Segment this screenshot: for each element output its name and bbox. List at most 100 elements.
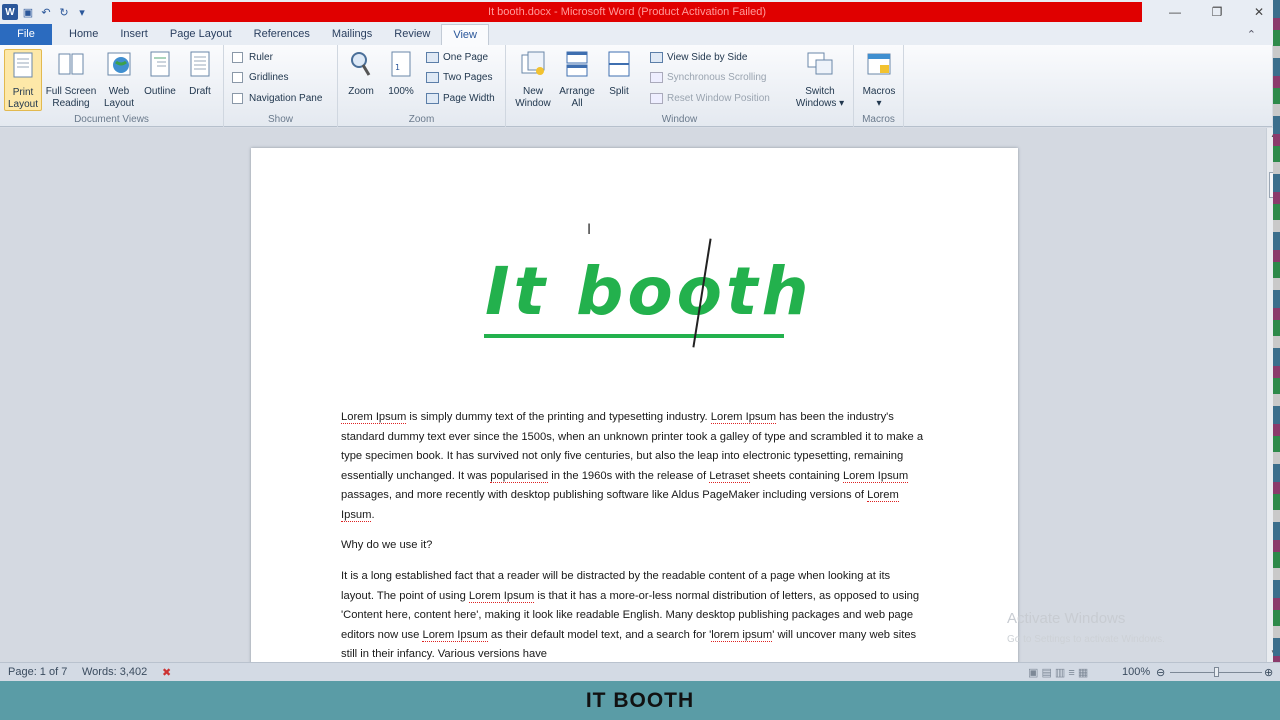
activation-watermark-sub: Go to Settings to activate Windows. <box>1007 634 1165 645</box>
group-label-document-views: Document Views <box>74 114 149 125</box>
document-title[interactable]: It booth <box>485 253 813 330</box>
magnifier-icon <box>351 52 371 76</box>
page-count[interactable]: Page: 1 of 7 <box>8 666 67 678</box>
macros-icon <box>867 53 891 75</box>
paragraph-text: sheets containing <box>749 469 843 482</box>
ruler-checkbox[interactable]: Ruler <box>232 52 273 63</box>
tab-home[interactable]: Home <box>58 24 109 45</box>
two-pages-icon <box>426 72 439 83</box>
undo-icon[interactable]: ↶ <box>38 4 54 20</box>
switch-windows-button[interactable]: Switch Windows ▾ <box>792 49 848 110</box>
split-button[interactable]: Split <box>602 49 636 98</box>
one-page-icon <box>426 52 439 63</box>
synchronous-scrolling-button[interactable]: Synchronous Scrolling <box>650 72 767 83</box>
redo-icon[interactable]: ↻ <box>56 4 72 20</box>
print-layout-button[interactable]: Print Layout <box>4 49 42 111</box>
checkbox-box <box>232 93 243 104</box>
paragraph-text: is simply dummy text of the printing and… <box>406 411 711 423</box>
paragraph-heading[interactable]: Why do we use it? <box>341 539 432 551</box>
side-by-side-icon <box>650 52 663 63</box>
outline-icon <box>150 51 170 77</box>
print-layout-icon <box>13 52 33 78</box>
misspelled-word: Lorem Ipsum <box>341 411 407 424</box>
group-label-window: Window <box>661 114 698 125</box>
paragraph-2[interactable]: It is a long established fact that a rea… <box>341 567 925 662</box>
tab-file[interactable]: File <box>0 24 52 45</box>
quick-access-toolbar: W ▣ ↶ ↻ ▾ <box>0 0 90 24</box>
ribbon-tabs: File Home Insert Page Layout References … <box>0 24 1280 45</box>
misspelled-word: Lorem Ipsum <box>422 628 488 642</box>
new-window-icon <box>521 51 545 75</box>
two-pages-button[interactable]: Two Pages <box>426 72 492 83</box>
misspelled-word: Lorem Ipsum <box>710 411 777 424</box>
draft-button[interactable]: Draft <box>182 49 218 98</box>
zoom-100-button[interactable]: 1 100% <box>382 49 420 98</box>
gridlines-checkbox[interactable]: Gridlines <box>232 72 288 83</box>
new-window-button[interactable]: New Window <box>510 49 556 110</box>
save-icon[interactable]: ▣ <box>20 4 36 20</box>
tab-page-layout[interactable]: Page Layout <box>159 24 243 45</box>
web-layout-icon <box>107 52 131 76</box>
reset-window-position-button[interactable]: Reset Window Position <box>650 93 770 104</box>
word-logo-icon[interactable]: W <box>2 4 18 20</box>
window-controls: — ❐ ✕ <box>1154 0 1280 24</box>
group-label-show: Show <box>267 114 293 125</box>
status-bar: Page: 1 of 7 Words: 3,402 ✖ ▣ ▤ ▥ ≡ ▦ 10… <box>0 662 1280 681</box>
zoom-out-icon[interactable]: ⊖ <box>1156 666 1165 679</box>
arrange-all-button[interactable]: Arrange All <box>556 49 598 110</box>
paragraph-text: . <box>371 508 375 521</box>
tab-review[interactable]: Review <box>383 24 441 45</box>
one-page-button[interactable]: One Page <box>426 52 488 63</box>
sync-scroll-icon <box>650 72 663 83</box>
zoom-level[interactable]: 100% <box>1122 666 1150 678</box>
draft-icon <box>190 51 210 77</box>
paragraph-text: as their default model text, and a searc… <box>487 628 712 641</box>
navigation-pane-checkbox[interactable]: Navigation Pane <box>232 93 322 104</box>
minimize-button[interactable]: — <box>1154 0 1196 24</box>
tab-mailings[interactable]: Mailings <box>321 24 383 45</box>
group-show: Ruler Gridlines Navigation Pane Show <box>224 45 338 127</box>
restore-button[interactable]: ❐ <box>1196 0 1238 24</box>
title-underline <box>484 334 784 338</box>
video-caption: IT BOOTH <box>0 681 1280 720</box>
group-window: New Window Arrange All Split View Side b… <box>506 45 854 127</box>
text-cursor-icon: I <box>587 222 592 238</box>
checkbox-box <box>232 52 243 63</box>
paragraph-1[interactable]: Lorem Ipsum is simply dummy text of the … <box>341 408 925 525</box>
proofing-icon[interactable]: ✖ <box>162 666 171 679</box>
screen-edge-artifact <box>1273 0 1280 681</box>
page-width-button[interactable]: Page Width <box>426 93 495 104</box>
word-count[interactable]: Words: 3,402 <box>82 666 147 678</box>
zoom-slider-knob[interactable] <box>1214 667 1219 677</box>
paragraph-text: in the 1960s with the release of <box>548 469 710 482</box>
full-screen-reading-button[interactable]: Full Screen Reading <box>44 49 98 110</box>
page-width-icon <box>426 93 439 104</box>
document-workspace[interactable]: I It booth Lorem Ipsum is simply dummy t… <box>0 128 1266 662</box>
zoom-button[interactable]: Zoom <box>344 49 378 98</box>
group-label-zoom: Zoom <box>408 114 435 125</box>
misspelled-word: Letraset <box>709 469 750 483</box>
tab-references[interactable]: References <box>243 24 321 45</box>
group-label-macros: Macros <box>862 114 895 125</box>
web-layout-button[interactable]: Web Layout <box>100 49 138 110</box>
macros-button[interactable]: Macros ▾ <box>858 49 900 110</box>
window-title: It booth.docx - Microsoft Word (Product … <box>112 2 1142 22</box>
tab-insert[interactable]: Insert <box>109 24 159 45</box>
svg-text:1: 1 <box>395 63 400 72</box>
paragraph-text: passages, and more recently with desktop… <box>341 489 868 501</box>
view-side-by-side-button[interactable]: View Side by Side <box>650 52 747 63</box>
help-icon[interactable]: ⌃ <box>1247 28 1256 41</box>
view-buttons[interactable]: ▣ ▤ ▥ ≡ ▦ <box>1028 666 1088 679</box>
zoom-in-icon[interactable]: ⊕ <box>1264 666 1273 679</box>
activation-watermark: Activate Windows <box>1007 610 1126 627</box>
misspelled-word: popularised <box>490 469 549 483</box>
full-screen-reading-icon <box>58 53 84 75</box>
tab-view[interactable]: View <box>441 24 489 45</box>
group-macros: Macros ▾ Macros <box>854 45 904 127</box>
outline-button[interactable]: Outline <box>140 49 180 98</box>
document-page[interactable]: I It booth Lorem Ipsum is simply dummy t… <box>251 148 1018 662</box>
zoom-100-icon: 1 <box>391 51 411 77</box>
reset-window-icon <box>650 93 663 104</box>
group-document-views: Print Layout Full Screen Reading Web Lay… <box>0 45 224 127</box>
customize-qat-icon[interactable]: ▾ <box>74 4 90 20</box>
